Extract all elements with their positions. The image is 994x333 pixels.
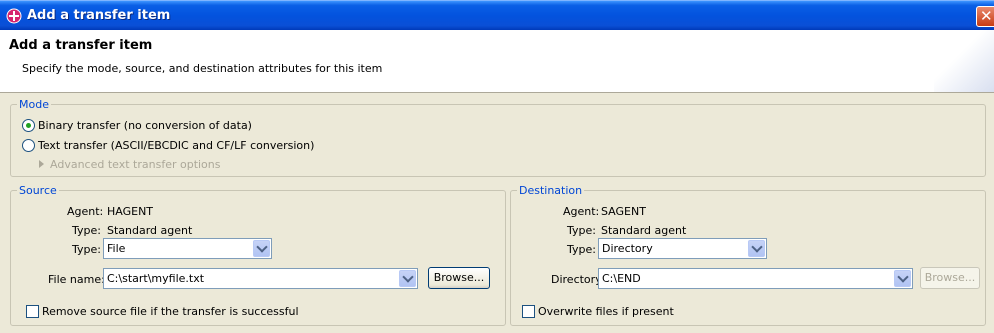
close-button[interactable]: ✕ xyxy=(976,6,994,27)
destination-type-select[interactable]: Directory xyxy=(598,238,767,259)
page-description: Specify the mode, source, and destinatio… xyxy=(22,62,383,75)
destination-type-value: Directory xyxy=(602,242,653,255)
remove-source-checkbox[interactable] xyxy=(26,305,39,318)
binary-transfer-radio[interactable] xyxy=(22,119,35,132)
remove-source-label[interactable]: Remove source file if the transfer is su… xyxy=(42,305,299,318)
binary-transfer-label[interactable]: Binary transfer (no conversion of data) xyxy=(38,119,252,132)
title-bar: Add a transfer item ✕ xyxy=(0,0,994,30)
destination-agent-type-label: Type: xyxy=(567,224,596,237)
destination-type-label: Type: xyxy=(567,243,596,256)
chevron-down-icon[interactable] xyxy=(399,270,416,287)
source-agent-label: Agent: xyxy=(67,205,104,218)
source-agent-value: HAGENT xyxy=(107,205,154,218)
window-title: Add a transfer item xyxy=(27,8,171,23)
destination-legend: Destination xyxy=(517,184,585,197)
chevron-down-icon[interactable] xyxy=(253,240,270,257)
chevron-down-icon[interactable] xyxy=(894,270,911,287)
overwrite-files-label[interactable]: Overwrite files if present xyxy=(538,305,674,318)
source-agent-type-label: Type: xyxy=(72,224,101,237)
chevron-down-icon[interactable] xyxy=(748,240,765,257)
destination-agent-label: Agent: xyxy=(563,205,600,218)
close-icon: ✕ xyxy=(980,7,993,25)
directory-combo[interactable]: C:\END xyxy=(598,268,913,289)
file-name-label: File name: xyxy=(48,273,105,286)
destination-agent-type-value: Standard agent xyxy=(601,224,687,237)
destination-agent-value: SAGENT xyxy=(601,205,646,218)
header-decoration xyxy=(934,30,994,92)
expand-triangle-icon xyxy=(39,160,44,168)
destination-browse-button[interactable]: Browse... xyxy=(920,267,980,289)
source-type-label: Type: xyxy=(72,243,101,256)
source-type-value: File xyxy=(107,242,126,255)
mode-legend: Mode xyxy=(17,98,51,111)
app-icon xyxy=(6,8,22,24)
wizard-header: Add a transfer item Specify the mode, so… xyxy=(0,30,994,93)
overwrite-files-checkbox[interactable] xyxy=(522,305,535,318)
file-name-combo[interactable]: C:\start\myfile.txt xyxy=(103,268,418,289)
advanced-text-options-link[interactable]: Advanced text transfer options xyxy=(50,158,221,171)
text-transfer-label[interactable]: Text transfer (ASCII/EBCDIC and CF/LF co… xyxy=(38,139,314,152)
source-browse-button[interactable]: Browse... xyxy=(428,267,490,289)
directory-label: Directory: xyxy=(551,273,605,286)
source-agent-type-value: Standard agent xyxy=(107,224,193,237)
file-name-value: C:\start\myfile.txt xyxy=(107,272,205,285)
directory-value: C:\END xyxy=(602,272,641,285)
text-transfer-radio[interactable] xyxy=(22,139,35,152)
source-legend: Source xyxy=(17,184,59,197)
page-title: Add a transfer item xyxy=(9,38,153,53)
source-type-select[interactable]: File xyxy=(103,238,272,259)
